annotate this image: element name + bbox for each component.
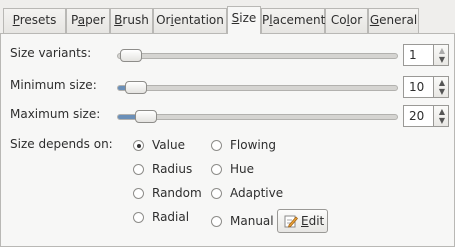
- spin-up-icon[interactable]: ▲: [437, 46, 447, 55]
- radio-unselected-icon[interactable]: [211, 140, 222, 151]
- tab-brush[interactable]: Brush: [110, 8, 153, 33]
- radio-unselected-icon[interactable]: [133, 164, 144, 175]
- maximum-size-label: Maximum size:: [10, 107, 101, 121]
- edit-button-label: Edit: [301, 214, 324, 228]
- radio-value-label: Value: [152, 138, 185, 152]
- size-variants-spinbox[interactable]: 1 ▲ ▼: [403, 44, 449, 66]
- tab-color[interactable]: Color: [325, 8, 368, 33]
- tab-brush-rest: rush: [122, 13, 149, 27]
- size-variants-value[interactable]: 1: [403, 44, 433, 66]
- radio-hue-label: Hue: [230, 162, 255, 176]
- tab-general-mnemonic: G: [369, 13, 380, 27]
- edit-button[interactable]: Edit: [277, 209, 328, 233]
- tab-paper[interactable]: Paper: [66, 8, 110, 33]
- edit-pencil-icon: [284, 215, 298, 228]
- maximum-size-slider[interactable]: [117, 110, 398, 123]
- size-variants-slider-handle[interactable]: [120, 49, 142, 62]
- size-variants-spin-buttons[interactable]: ▲ ▼: [433, 44, 449, 66]
- radio-radius-label: Radius: [152, 162, 193, 176]
- tab-orientation[interactable]: Orientation: [153, 8, 227, 33]
- radio-selected-icon[interactable]: [133, 140, 144, 151]
- tab-paper-pre: P: [71, 13, 78, 27]
- spin-down-icon[interactable]: ▼: [437, 116, 447, 125]
- radio-flowing-label: Flowing: [230, 138, 276, 152]
- maximum-size-slider-handle[interactable]: [135, 110, 157, 123]
- tab-general[interactable]: General: [368, 8, 419, 33]
- maximum-size-spin-buttons[interactable]: ▲ ▼: [433, 105, 449, 127]
- edit-mnemonic: E: [301, 214, 309, 228]
- size-variants-slider[interactable]: [117, 49, 398, 62]
- minimum-size-slider-handle[interactable]: [125, 81, 147, 94]
- minimum-size-label: Minimum size:: [10, 78, 97, 92]
- tab-presets-mnemonic: P: [12, 13, 20, 27]
- spin-down-icon[interactable]: ▼: [437, 87, 447, 96]
- tab-placement[interactable]: Placement: [261, 8, 325, 33]
- tab-orientation-pre: Or: [156, 13, 171, 27]
- minimum-size-value[interactable]: 10: [403, 76, 433, 98]
- tab-orientation-rest: entation: [173, 13, 224, 27]
- radio-unselected-icon[interactable]: [211, 164, 222, 175]
- radio-unselected-icon[interactable]: [211, 216, 222, 227]
- spin-up-icon[interactable]: ▲: [437, 107, 447, 116]
- edit-rest: dit: [308, 214, 325, 228]
- radio-random-label: Random: [152, 186, 202, 200]
- radio-unselected-icon[interactable]: [133, 212, 144, 223]
- tab-presets-rest: resets: [19, 13, 57, 27]
- tab-placement-rest: acement: [272, 13, 326, 27]
- radio-manual-label: Manual: [230, 214, 274, 228]
- radio-radial-label: Radial: [152, 210, 190, 224]
- minimum-size-spin-buttons[interactable]: ▲ ▼: [433, 76, 449, 98]
- maximum-size-spinbox[interactable]: 20 ▲ ▼: [403, 105, 449, 127]
- spin-down-icon[interactable]: ▼: [437, 55, 447, 64]
- tab-paper-rest: per: [85, 13, 105, 27]
- tab-presets[interactable]: Presets: [3, 8, 66, 33]
- tab-color-rest: or: [349, 13, 363, 27]
- size-variants-label: Size variants:: [10, 46, 92, 60]
- spin-up-icon[interactable]: ▲: [437, 78, 447, 87]
- tab-size-rest: ize: [239, 11, 257, 25]
- tab-paper-mnemonic: a: [77, 13, 86, 27]
- minimum-size-slider[interactable]: [117, 81, 398, 94]
- radio-unselected-icon[interactable]: [133, 188, 144, 199]
- tab-size[interactable]: Size: [227, 6, 261, 34]
- maximum-size-value[interactable]: 20: [403, 105, 433, 127]
- tab-color-pre: Co: [330, 13, 347, 27]
- size-depends-label: Size depends on:: [10, 137, 113, 151]
- minimum-size-spinbox[interactable]: 10 ▲ ▼: [403, 76, 449, 98]
- tab-bar: Presets Paper Brush Orientation Size Pla…: [0, 0, 455, 34]
- radio-adaptive-label: Adaptive: [230, 186, 284, 200]
- radio-unselected-icon[interactable]: [211, 188, 222, 199]
- tab-general-rest: eneral: [379, 13, 418, 27]
